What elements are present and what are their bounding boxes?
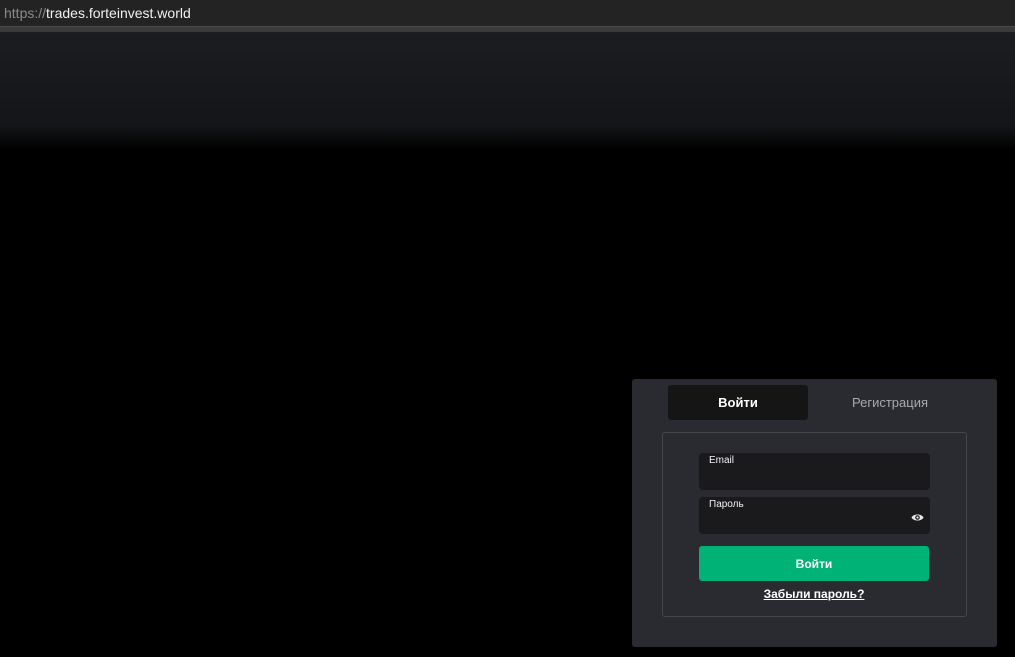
url-host: trades.forteinvest.world [46, 5, 191, 21]
email-field[interactable]: Email [699, 453, 930, 490]
page-header [0, 32, 1015, 150]
password-field[interactable]: Пароль [699, 497, 930, 534]
url-scheme: https:// [4, 5, 47, 21]
login-form: Email Пароль Войти Забыли пароль? [662, 432, 967, 617]
address-bar[interactable]: https://trades.forteinvest.world [0, 0, 1015, 27]
email-label: Email [709, 455, 735, 466]
password-input[interactable] [709, 513, 899, 531]
tab-login[interactable]: Войти [668, 385, 808, 420]
password-label: Пароль [709, 499, 744, 510]
login-submit-button[interactable]: Войти [699, 546, 929, 581]
tab-register[interactable]: Регистрация [820, 385, 960, 420]
email-input[interactable] [709, 469, 899, 487]
forgot-password-link[interactable]: Забыли пароль? [699, 587, 929, 601]
eye-icon[interactable] [911, 510, 924, 521]
url-text[interactable]: https://trades.forteinvest.world [4, 5, 191, 21]
auth-panel: Войти Регистрация Email Пароль Войти Заб… [632, 379, 997, 647]
